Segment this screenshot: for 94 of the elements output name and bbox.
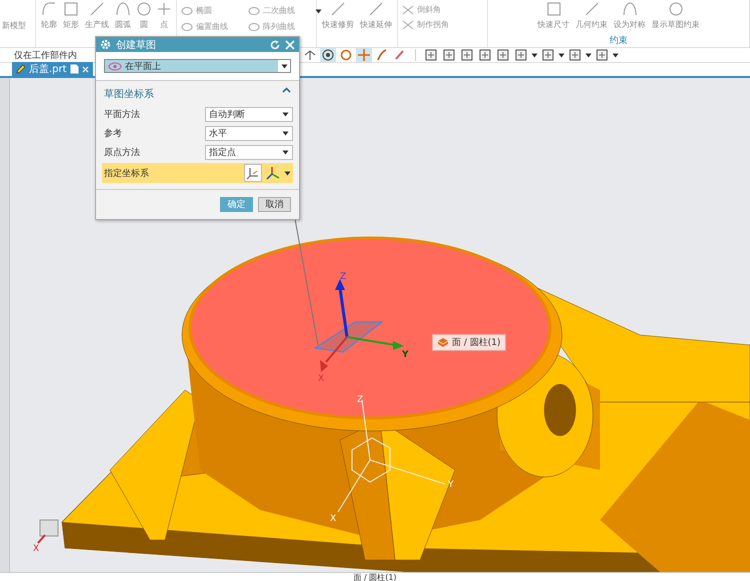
corner-icon <box>402 20 414 30</box>
center-snap-icon[interactable] <box>320 48 336 62</box>
corner-tool-button[interactable]: 制作拐角 <box>402 19 449 30</box>
csys-axes-icon[interactable] <box>264 164 282 182</box>
sketch-tool-button[interactable]: 矩形 <box>62 2 80 30</box>
view-tool-icon[interactable] <box>477 48 493 62</box>
field-label: 平面方法 <box>104 108 141 120</box>
status-text: 面 / 圆柱(1) <box>353 573 397 581</box>
sketch-tool-button[interactable]: 圆 <box>136 2 152 30</box>
dropdown-arrow-icon <box>280 64 288 68</box>
caret-icon <box>585 52 592 58</box>
rectangle-icon <box>64 2 78 16</box>
axis-label: Y <box>448 480 454 490</box>
dropdown-arrow-icon <box>282 130 289 136</box>
reset-icon <box>270 40 280 50</box>
dropdown-arrow-icon <box>282 150 289 154</box>
field-label: 指定坐标系 <box>104 168 150 180</box>
close-icon <box>82 66 89 72</box>
x-axis-arrow <box>320 336 348 372</box>
cancel-button[interactable]: 取消 <box>258 197 291 212</box>
caret-icon <box>612 52 619 58</box>
edit-tool-button[interactable]: 快速延伸 <box>359 2 393 30</box>
document-icon <box>70 64 79 74</box>
settings-icon <box>100 39 111 50</box>
value-dropdown[interactable]: 自动判断 <box>205 106 293 122</box>
plus-icon <box>157 2 171 16</box>
pencil-icon <box>16 64 26 74</box>
section-header[interactable]: 草图坐标系 <box>102 85 293 103</box>
dialog-title: 创建草图 <box>116 38 157 52</box>
curve-tool-button[interactable]: 二次曲线 <box>248 5 295 16</box>
view-tool-icon[interactable] <box>513 48 529 62</box>
y-axis-arrow <box>346 336 404 350</box>
view-triad-drawing <box>37 520 58 544</box>
intersection-snap-icon[interactable] <box>356 48 372 62</box>
axis-label: Z <box>357 395 364 405</box>
view-tool-icon[interactable] <box>423 48 439 62</box>
csys-dialog-icon[interactable] <box>244 164 262 182</box>
selection-tooltip: 面 / 圆柱(1) <box>432 334 506 351</box>
curve-tool-button[interactable]: 椭圆 <box>181 5 228 16</box>
value-dropdown[interactable]: 指定点 <box>205 144 293 160</box>
corner-tool-button[interactable]: 倒斜角 <box>402 4 441 15</box>
quadrant-snap-icon[interactable] <box>338 48 354 62</box>
edit-tool-button[interactable]: 快速修剪 <box>321 2 355 30</box>
dropdown-arrow-icon <box>282 112 289 116</box>
view-tool-icon[interactable] <box>540 48 556 62</box>
type-dropdown[interactable]: 在平面上 <box>104 59 291 73</box>
axis-label: Z <box>340 272 346 282</box>
view-tool-icon[interactable] <box>441 48 457 62</box>
sketch-plane-icon <box>314 322 384 353</box>
curve-tool-button[interactable]: 偏置曲线 <box>181 21 228 32</box>
snap-icon[interactable] <box>302 48 318 62</box>
eye-icon <box>108 62 122 70</box>
constraint-tool-button[interactable]: 设为对称 <box>612 2 646 30</box>
value-dropdown[interactable]: 水平 <box>205 126 293 140</box>
ok-button[interactable]: 确定 <box>220 197 253 212</box>
view-tool-icon[interactable] <box>567 48 583 62</box>
caret-icon <box>531 52 538 58</box>
sketch-tool-button[interactable]: 圆弧 <box>114 2 132 30</box>
field-label: 原点方法 <box>104 146 141 158</box>
axis-label: X <box>33 544 40 554</box>
constraint-tool-button[interactable]: 几何约束 <box>574 2 608 30</box>
face-icon <box>437 337 449 348</box>
line-icon <box>584 2 598 16</box>
group-label: 约束 <box>610 34 628 47</box>
z-axis-arrow <box>335 279 348 338</box>
axis-label: X <box>330 514 336 524</box>
view-tool-icon[interactable] <box>495 48 511 62</box>
axis-label: Y <box>402 350 409 360</box>
ribbon-label: 新模型 <box>2 20 26 31</box>
caret-icon <box>558 52 565 58</box>
sketch-tool-button[interactable]: 轮廓 <box>40 2 58 30</box>
line-icon <box>331 2 345 16</box>
field-label: 参考 <box>104 128 123 140</box>
close-icon <box>285 40 295 50</box>
view-tool-icon[interactable] <box>459 48 475 62</box>
curve-tool-button[interactable]: 阵列曲线 <box>248 21 295 32</box>
circle-icon <box>668 2 682 16</box>
line-icon <box>90 2 104 16</box>
rectangle-icon <box>546 2 560 16</box>
arc-icon <box>622 2 636 16</box>
arc-icon <box>116 2 130 16</box>
sketch-tool-button[interactable]: 点 <box>156 2 172 30</box>
caret-icon[interactable] <box>315 9 322 14</box>
chevron-icon[interactable] <box>282 87 291 93</box>
file-tab[interactable]: 后盖.prt <box>12 62 93 76</box>
caret-icon[interactable] <box>284 170 291 176</box>
corner-icon <box>402 4 414 14</box>
constraint-tool-button[interactable]: 快速尺寸 <box>536 2 570 30</box>
constraint-tool-button[interactable]: 显示草图约束 <box>650 2 700 30</box>
line-icon <box>369 2 383 16</box>
sketch-tool-button[interactable]: 生产线 <box>84 2 110 30</box>
axis-label: X <box>318 374 324 384</box>
circle-icon <box>137 2 151 16</box>
view-tool-icon[interactable] <box>594 48 610 62</box>
